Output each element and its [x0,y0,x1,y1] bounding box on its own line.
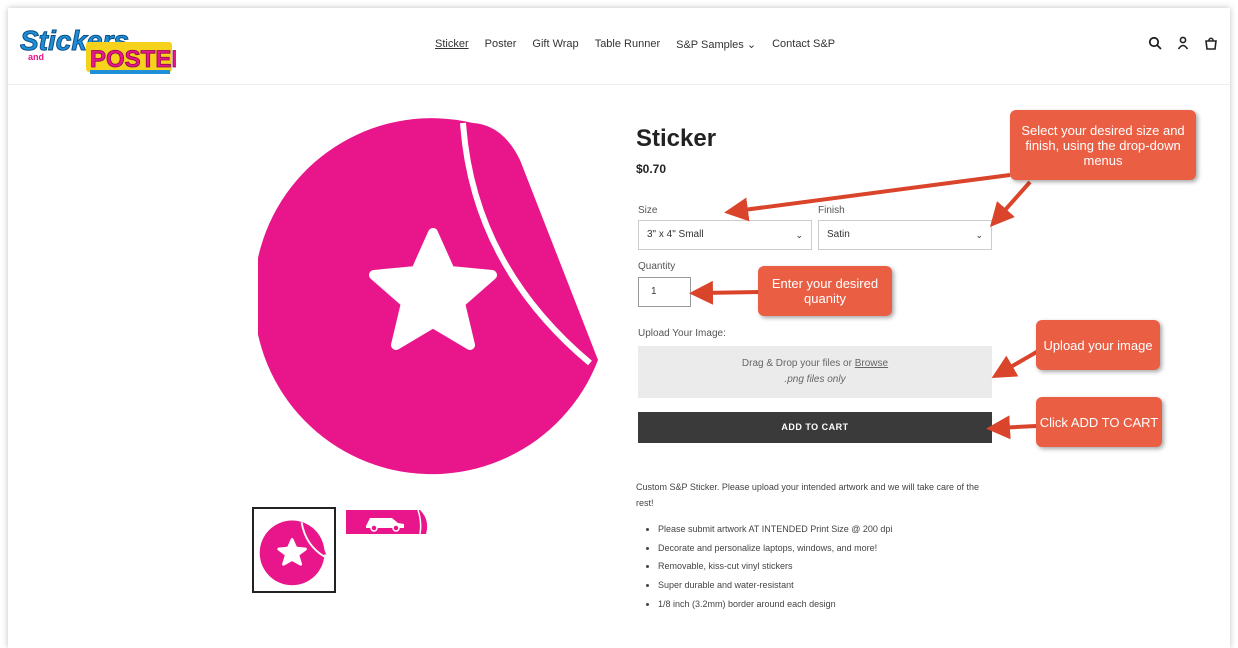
feature-list: Please submit artwork AT INTENDED Print … [644,520,892,614]
drop-text: Drag & Drop your files or [741,358,855,369]
add-to-cart-button[interactable]: ADD TO CART [638,412,992,443]
header-icons [1148,36,1218,50]
product-description: Custom S&P Sticker. Please upload your i… [636,482,980,508]
quantity-input[interactable]: 1 [638,277,691,307]
finish-label: Finish [818,205,845,216]
thumbnail-sticker[interactable] [252,507,336,593]
search-icon[interactable] [1148,36,1162,50]
nav-table-runner[interactable]: Table Runner [595,38,660,51]
nav-poster[interactable]: Poster [485,38,517,51]
list-item: Super durable and water-resistant [658,576,892,595]
upload-dropzone[interactable]: Drag & Drop your files or Browse .png fi… [638,346,992,398]
list-item: 1/8 inch (3.2mm) border around each desi… [658,595,892,614]
svg-text:POSTERS: POSTERS [90,46,176,73]
callout-quantity: Enter your desired quanity [758,266,892,316]
thumbnail-sticker-image [259,520,327,586]
finish-select[interactable]: Satin ⌄ [818,220,992,250]
sticker-product-image[interactable] [258,105,608,485]
list-item: Please submit artwork AT INTENDED Print … [658,520,892,539]
size-select[interactable]: 3" x 4" Small ⌄ [638,220,812,250]
nav-contact[interactable]: Contact S&P [772,38,835,51]
list-item: Removable, kiss-cut vinyl stickers [658,557,892,576]
nav-gift-wrap[interactable]: Gift Wrap [532,38,578,51]
thumbnail-car-image [346,509,428,535]
site-header: Stickers and POSTERS Sticker Poster Gift… [8,8,1230,85]
product-title: Sticker [636,125,717,152]
nav-sp-samples[interactable]: S&P Samples ⌄ [676,38,756,51]
thumbnail-car-sticker[interactable] [346,509,430,535]
browse-link[interactable]: Browse [855,358,888,369]
list-item: Decorate and personalize laptops, window… [658,539,892,558]
chevron-down-icon: ⌄ [975,230,983,240]
nav-sticker[interactable]: Sticker [435,38,469,51]
svg-text:and: and [28,52,44,62]
quantity-label: Quantity [638,261,676,272]
callout-upload: Upload your image [1036,320,1160,370]
product-price: $0.70 [636,162,667,176]
size-value: 3" x 4" Small [647,229,704,240]
main-nav: Sticker Poster Gift Wrap Table Runner S&… [435,38,851,51]
drop-subtext: .png files only [784,374,846,385]
upload-label: Upload Your Image: [638,328,726,339]
finish-value: Satin [827,229,850,240]
callout-size-finish: Select your desired size and finish, usi… [1010,110,1196,180]
cart-icon[interactable] [1204,36,1218,50]
size-label: Size [638,205,658,216]
callout-add-to-cart: Click ADD TO CART [1036,397,1162,447]
account-icon[interactable] [1176,36,1190,50]
chevron-down-icon: ⌄ [795,230,803,240]
stickers-and-posters-logo[interactable]: Stickers and POSTERS [18,20,176,78]
